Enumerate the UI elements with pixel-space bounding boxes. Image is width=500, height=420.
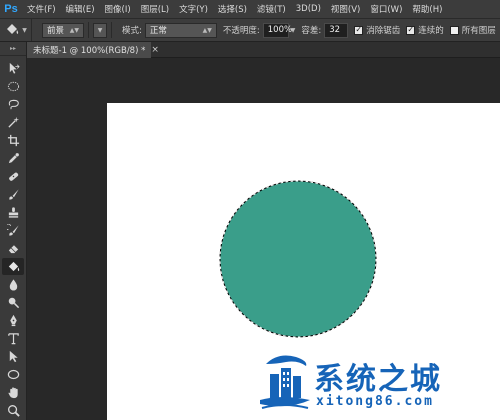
menu-help[interactable]: 帮助(H) [407, 3, 447, 15]
ellipse-shape-tool-icon[interactable] [2, 366, 24, 383]
pattern-picker[interactable]: ▼ [93, 22, 107, 38]
opacity-input[interactable]: 100% [262, 22, 292, 38]
eraser-tool-icon[interactable] [2, 240, 24, 257]
tolerance-input[interactable]: 32 [324, 22, 349, 38]
antialias-label: 消除锯齿 [366, 26, 401, 36]
menu-select[interactable]: 选择(S) [213, 3, 252, 15]
all-layers-checkbox[interactable] [449, 25, 459, 35]
watermark-url: xitong86.com [316, 394, 434, 409]
dodge-tool-icon[interactable] [2, 294, 24, 311]
mode-label: 模式: [122, 26, 142, 36]
watermark: 系统之城 xitong86.com [258, 350, 490, 415]
brush-tool-icon[interactable] [2, 186, 24, 203]
opacity-slider-arrow-icon[interactable]: ▼ [291, 27, 296, 34]
pattern-dropdown-arrow-icon: ▼ [97, 26, 103, 34]
menu-3d[interactable]: 3D(D) [291, 4, 326, 14]
zoom-tool-icon[interactable] [2, 402, 24, 419]
divider [111, 22, 112, 38]
document-tab-bar: 未标题-1 @ 100%(RGB/8) * × [27, 42, 500, 58]
contiguous-checkbox[interactable]: ✓ [406, 25, 416, 35]
paint-bucket-icon [7, 24, 19, 34]
type-tool-icon[interactable] [2, 330, 24, 347]
document-tab-title: 未标题-1 @ 100%(RGB/8) * [33, 46, 146, 56]
preset-dropdown-arrow-icon: ▼ [22, 26, 27, 34]
move-tool-icon[interactable] [2, 60, 24, 77]
fill-source-select[interactable]: 前景 ▲▼ [42, 22, 84, 38]
tool-preset-picker[interactable]: ▼ [0, 19, 32, 41]
watermark-title: 系统之城 [314, 362, 442, 397]
tools-panel-grip[interactable]: ▸▸ [0, 42, 26, 56]
healing-brush-tool-icon[interactable] [2, 168, 24, 185]
antialias-checkbox[interactable]: ✓ [354, 25, 364, 35]
menu-type[interactable]: 文字(Y) [174, 3, 213, 15]
circle-shape [219, 180, 377, 338]
mode-value: 正常 [149, 26, 167, 36]
eyedropper-tool-icon[interactable] [2, 150, 24, 167]
close-tab-icon[interactable]: × [151, 45, 159, 55]
watermark-logo-icon [260, 355, 310, 409]
tolerance-label: 容差: [301, 26, 322, 36]
hand-tool-icon[interactable] [2, 384, 24, 401]
menu-file[interactable]: 文件(F) [22, 3, 61, 15]
mode-arrow-icon: ▲▼ [202, 26, 212, 34]
blur-tool-icon[interactable] [2, 276, 24, 293]
all-layers-label: 所有图层 [461, 26, 496, 36]
crop-tool-icon[interactable] [2, 132, 24, 149]
paint-bucket-tool-icon[interactable] [2, 258, 24, 275]
menu-view[interactable]: 视图(V) [326, 3, 365, 15]
mode-select[interactable]: 正常 ▲▼ [144, 22, 217, 38]
fill-source-arrow-icon: ▲▼ [69, 26, 79, 34]
menu-image[interactable]: 图像(I) [100, 3, 136, 15]
lasso-tool-icon[interactable] [2, 96, 24, 113]
path-selection-tool-icon[interactable] [2, 348, 24, 365]
collapse-arrows-icon[interactable]: ▸▸ [10, 45, 16, 52]
menu-bar: Ps 文件(F) 编辑(E) 图像(I) 图层(L) 文字(Y) 选择(S) 滤… [0, 0, 500, 18]
contiguous-label: 连续的 [418, 26, 444, 36]
app-logo: Ps [4, 3, 18, 15]
menu-filter[interactable]: 滤镜(T) [252, 3, 291, 15]
fill-source-value: 前景 [47, 26, 65, 36]
menu-edit[interactable]: 编辑(E) [61, 3, 100, 15]
marquee-ellipse-tool-icon[interactable] [2, 78, 24, 95]
options-bar: ▼ 前景 ▲▼ ▼ 模式: 正常 ▲▼ 不透明度: 100% ▼ 容差: 32 ✓ … [0, 18, 500, 42]
tools-panel: ▸▸ [0, 42, 27, 420]
clone-stamp-tool-icon[interactable] [2, 204, 24, 221]
menu-layer[interactable]: 图层(L) [136, 3, 174, 15]
divider [88, 22, 89, 38]
filled-circle-selection[interactable] [219, 180, 377, 338]
document-tab[interactable]: 未标题-1 @ 100%(RGB/8) * × [27, 42, 159, 58]
magic-wand-tool-icon[interactable] [2, 114, 24, 131]
menu-window[interactable]: 窗口(W) [365, 3, 407, 15]
circle-fill [220, 181, 376, 337]
pen-tool-icon[interactable] [2, 312, 24, 329]
opacity-label: 不透明度: [222, 26, 260, 36]
history-brush-tool-icon[interactable] [2, 222, 24, 239]
